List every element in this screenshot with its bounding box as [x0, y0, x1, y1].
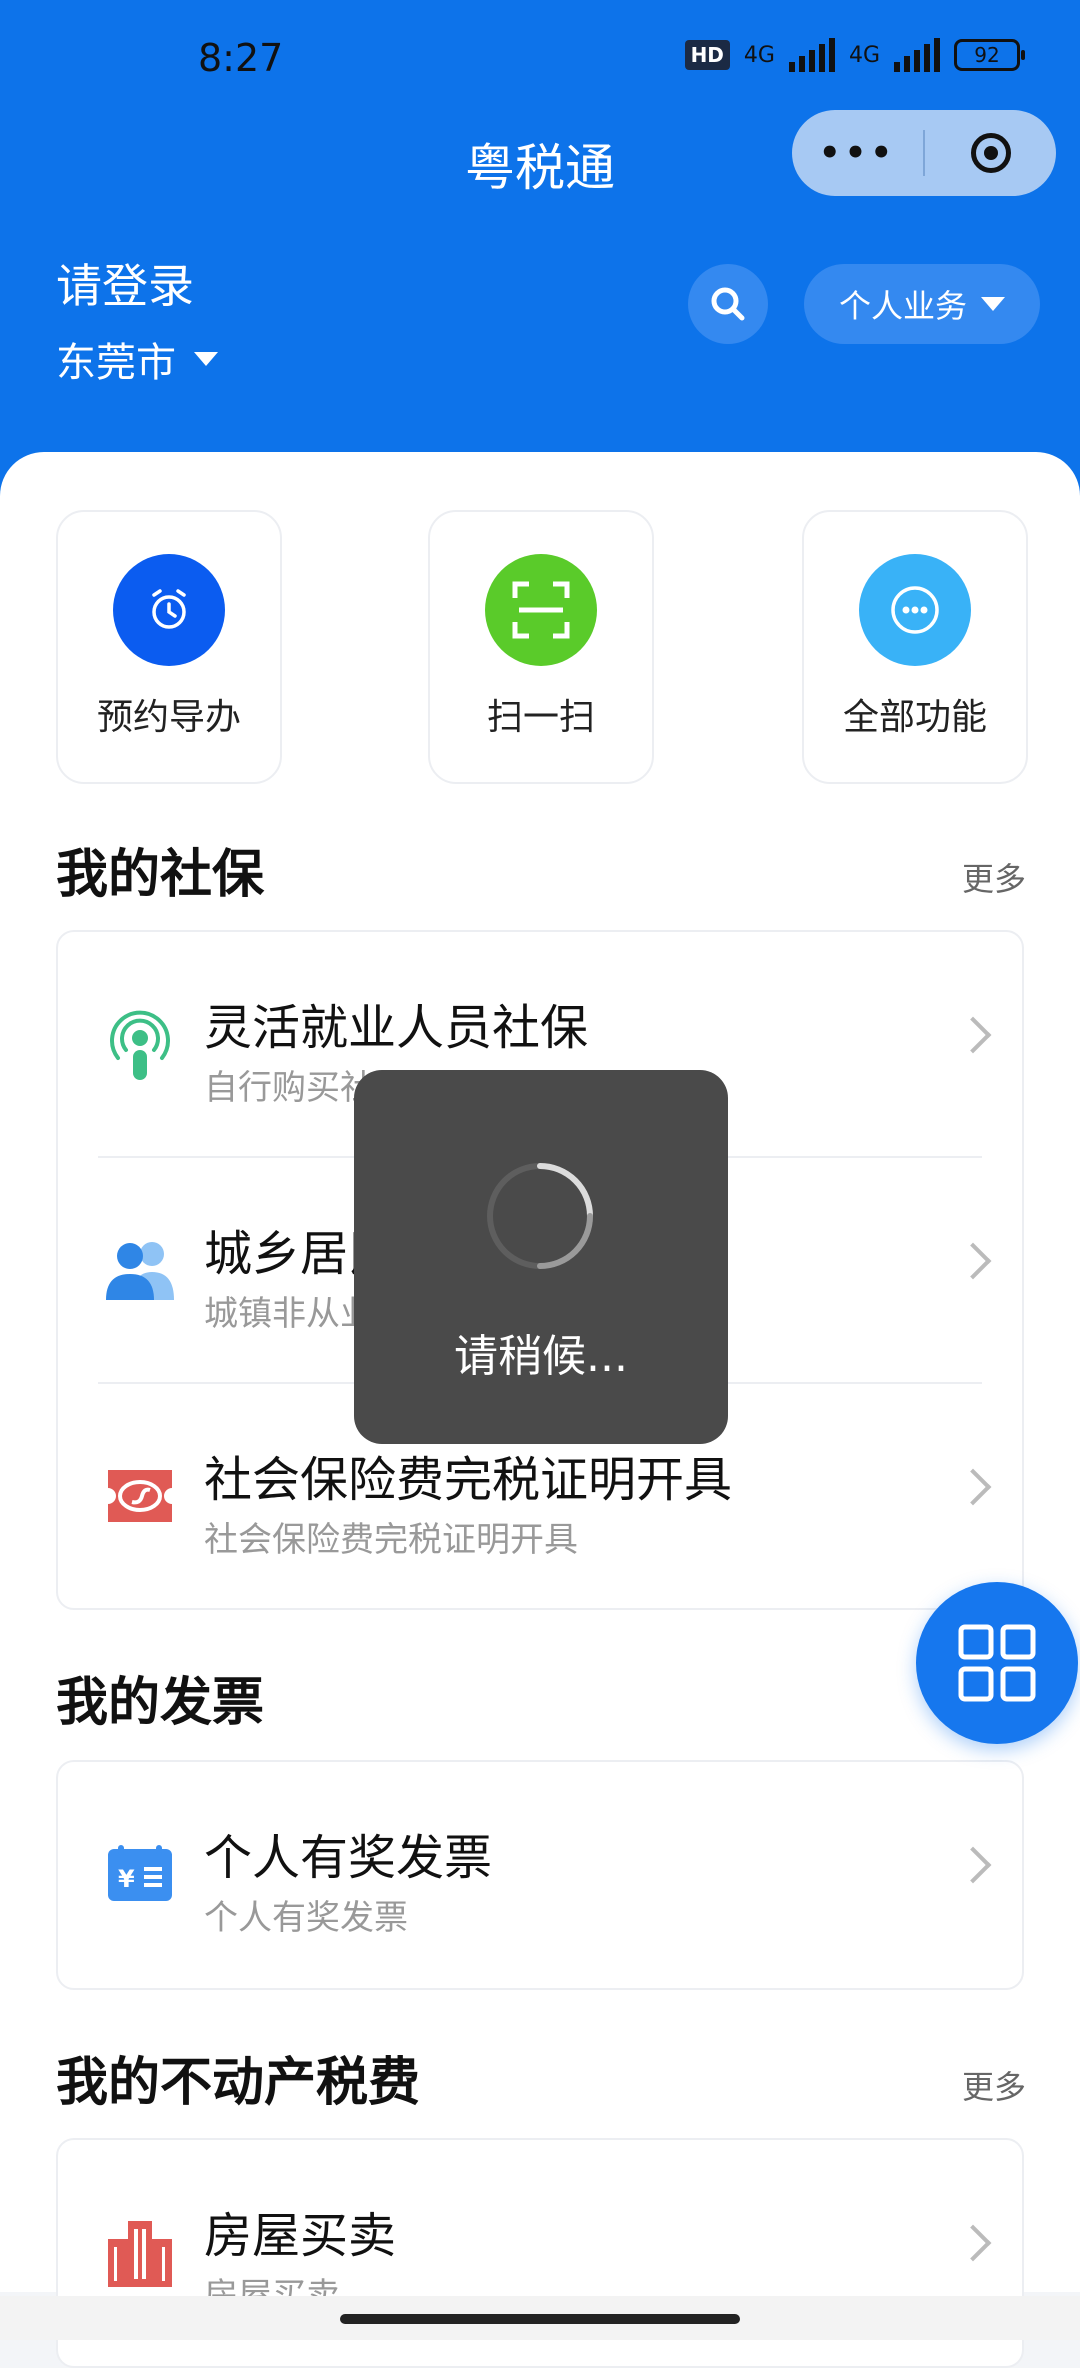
- alarm-clock-icon: [113, 554, 225, 666]
- list-item-title: 灵活就业人员社保: [204, 1000, 589, 1056]
- loading-spinner-icon: [487, 1163, 593, 1269]
- svg-text:¥: ¥: [118, 1865, 135, 1893]
- quick-action-label: 扫一扫: [486, 697, 595, 738]
- podcast-person-icon: [100, 1004, 180, 1084]
- hd-badge: HD: [684, 40, 730, 70]
- network-label: 4G: [743, 42, 775, 68]
- quick-action-label: 预约导办: [96, 697, 241, 738]
- chevron-down-icon: [981, 297, 1005, 311]
- home-indicator-bar: [0, 2296, 1080, 2340]
- login-link[interactable]: 请登录: [56, 250, 194, 316]
- scan-icon: [485, 554, 597, 666]
- grid-icon: [958, 1624, 1036, 1702]
- chevron-right-icon: [954, 1016, 992, 1054]
- section-title-social-security: 我的社保: [56, 845, 265, 905]
- social-security-more-link[interactable]: 更多: [962, 854, 1026, 900]
- miniapp-capsule: •••: [792, 110, 1056, 196]
- si-ticket-icon: [100, 1456, 180, 1536]
- section-title-invoice: 我的发票: [56, 1673, 265, 1733]
- search-icon: [711, 287, 745, 321]
- status-icons: HD 4G 4G 92: [684, 38, 1025, 72]
- home-indicator[interactable]: [340, 2314, 740, 2324]
- more-circle-icon: [859, 554, 971, 666]
- city-label: 东莞市: [56, 340, 176, 386]
- chevron-right-icon: [954, 1846, 992, 1884]
- city-selector[interactable]: 东莞市: [56, 330, 218, 388]
- list-item-title: 个人有奖发票: [204, 1830, 493, 1886]
- quick-action-all-functions[interactable]: 全部功能: [802, 510, 1028, 784]
- invoice-card: ¥ 个人有奖发票 个人有奖发票: [56, 1760, 1024, 1990]
- chevron-right-icon: [954, 1242, 992, 1280]
- yuan-ticket-icon: ¥: [100, 1834, 180, 1914]
- loading-text: 请稍候...: [454, 1331, 628, 1382]
- signal-icon-2: [894, 38, 940, 72]
- chevron-right-icon: [954, 2224, 992, 2262]
- people-icon: [100, 1230, 180, 1310]
- status-time: 8:27: [198, 36, 284, 80]
- chevron-down-icon: [194, 352, 218, 366]
- signal-icon: [788, 38, 835, 72]
- target-icon: [970, 133, 1011, 173]
- business-type-label: 个人业务: [838, 287, 967, 325]
- close-miniapp-button[interactable]: [925, 133, 1056, 173]
- more-dots-icon[interactable]: •••: [792, 133, 923, 173]
- quick-action-label: 全部功能: [842, 697, 987, 738]
- battery-icon: 92: [954, 39, 1025, 71]
- list-item-title: 社会保险费完税证明开具: [204, 1452, 733, 1508]
- chevron-right-icon: [954, 1468, 992, 1506]
- network-label-2: 4G: [848, 42, 880, 68]
- property-more-link[interactable]: 更多: [962, 2062, 1026, 2108]
- list-item-subtitle: 社会保险费完税证明开具: [204, 1520, 578, 1560]
- quick-action-scan[interactable]: 扫一扫: [428, 510, 654, 784]
- header-bar: 8:27 HD 4G 4G 92 粤税通 ••• 请登录 东莞市 个人业务: [0, 0, 1080, 520]
- quick-action-appointment[interactable]: 预约导办: [56, 510, 282, 784]
- section-title-property: 我的不动产税费: [56, 2053, 421, 2113]
- list-item-title: 房屋买卖: [204, 2208, 397, 2264]
- list-item[interactable]: ¥ 个人有奖发票 个人有奖发票: [58, 1762, 1022, 1986]
- list-item-subtitle: 个人有奖发票: [204, 1898, 408, 1938]
- floating-menu-button[interactable]: [916, 1582, 1078, 1744]
- building-icon: [100, 2212, 180, 2292]
- business-type-dropdown[interactable]: 个人业务: [804, 264, 1040, 344]
- loading-toast: 请稍候...: [354, 1070, 728, 1444]
- search-button[interactable]: [688, 264, 768, 344]
